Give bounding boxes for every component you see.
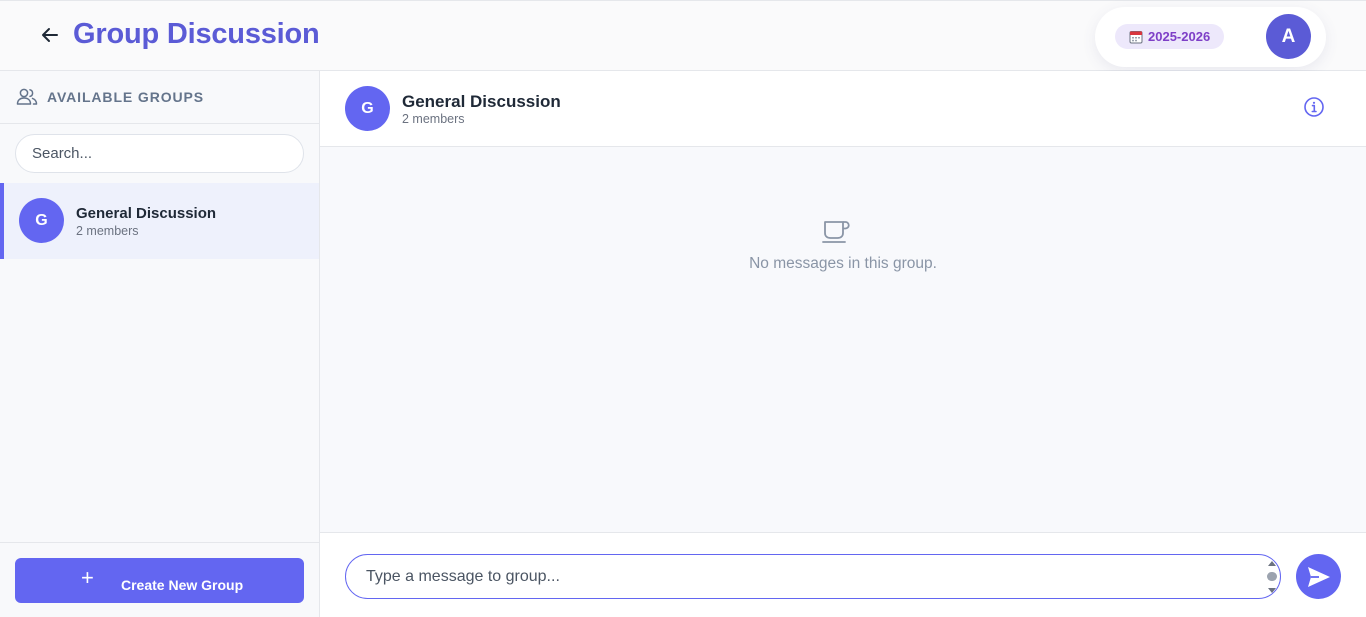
empty-messages-text: No messages in this group. bbox=[749, 255, 937, 272]
create-group-label: Create New Group bbox=[121, 577, 244, 593]
header-user-panel: 2025-2026 A bbox=[1095, 7, 1326, 67]
users-icon bbox=[16, 88, 38, 105]
academic-year-badge[interactable]: 2025-2026 bbox=[1115, 24, 1225, 49]
academic-year-label: 2025-2026 bbox=[1148, 29, 1211, 44]
search-container bbox=[0, 124, 319, 173]
sidebar-footer: + Create New Group bbox=[0, 542, 319, 617]
send-icon bbox=[1307, 566, 1330, 587]
chat-member-count: 2 members bbox=[402, 112, 465, 126]
calendar-icon bbox=[1129, 30, 1143, 44]
user-avatar[interactable]: A bbox=[1266, 14, 1311, 59]
group-search-input[interactable] bbox=[15, 134, 304, 173]
plus-icon: + bbox=[81, 565, 94, 590]
message-area: No messages in this group. bbox=[320, 147, 1366, 532]
group-avatar: G bbox=[19, 198, 64, 243]
info-icon bbox=[1304, 97, 1324, 117]
groups-sidebar: AVAILABLE GROUPS G General Discussion 2 … bbox=[0, 71, 320, 617]
send-button[interactable] bbox=[1296, 554, 1341, 599]
sidebar-title: AVAILABLE GROUPS bbox=[47, 89, 204, 105]
create-group-button[interactable]: + Create New Group bbox=[15, 558, 304, 603]
group-member-count: 2 members bbox=[76, 224, 139, 238]
group-name: General Discussion bbox=[76, 205, 217, 222]
page-title: Group Discussion bbox=[73, 18, 320, 50]
input-spinner-icon[interactable] bbox=[1265, 560, 1279, 594]
group-info-button[interactable] bbox=[1303, 96, 1325, 118]
group-list-item[interactable]: G General Discussion 2 members bbox=[0, 183, 319, 259]
back-button[interactable] bbox=[38, 23, 62, 47]
coffee-cup-icon bbox=[822, 221, 850, 243]
sidebar-header: AVAILABLE GROUPS bbox=[0, 71, 319, 124]
top-header: Group Discussion 2025-2026 A bbox=[0, 0, 1366, 71]
message-input[interactable] bbox=[345, 554, 1281, 599]
chat-group-avatar: G bbox=[345, 86, 390, 131]
arrow-left-icon bbox=[42, 28, 58, 42]
message-composer bbox=[320, 532, 1366, 617]
chat-header: G General Discussion 2 members bbox=[320, 71, 1366, 147]
chat-group-name: General Discussion bbox=[402, 92, 561, 111]
